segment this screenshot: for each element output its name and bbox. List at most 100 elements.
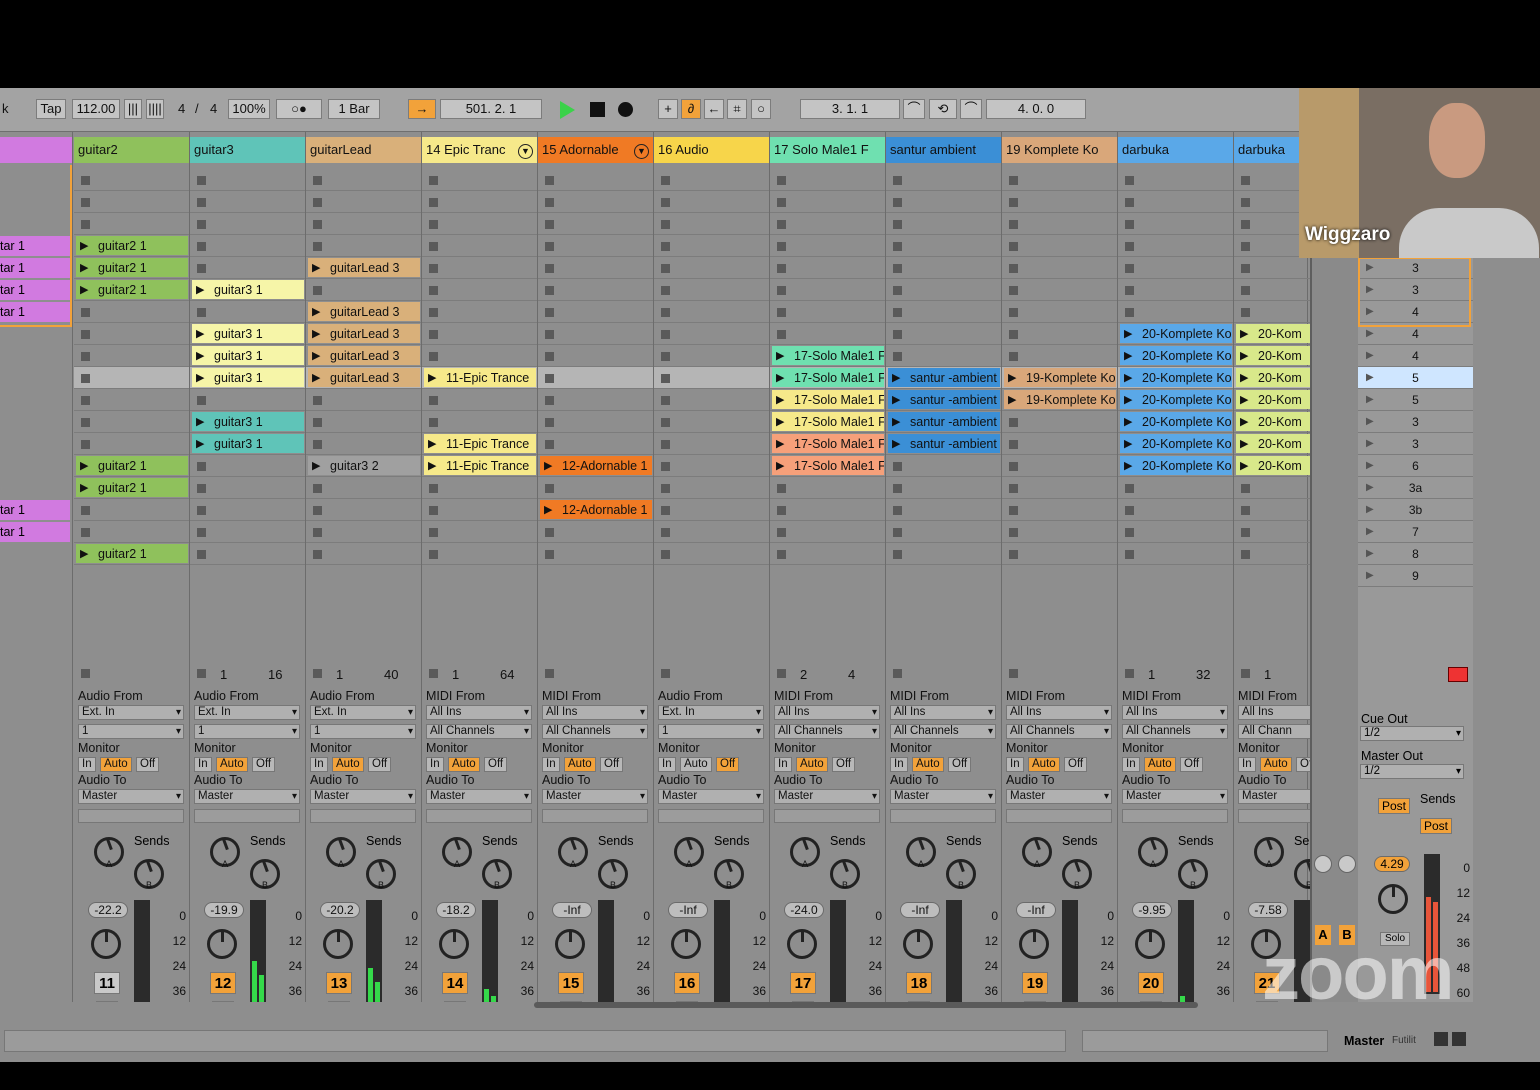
clip-play-icon[interactable]: ▶	[80, 280, 88, 299]
track-activator-button[interactable]: 12	[210, 972, 236, 994]
clip-slot[interactable]	[654, 521, 769, 543]
volume-field[interactable]: -7.58	[1248, 902, 1288, 918]
clip[interactable]: ▶ 17-Solo Male1 F	[772, 412, 884, 431]
clip-slot[interactable]	[1002, 543, 1117, 565]
clip-play-icon[interactable]: ▶	[196, 434, 204, 453]
metronome-button[interactable]: ○●	[276, 99, 322, 119]
clip[interactable]: ▶ santur -ambient	[888, 368, 1000, 387]
clip-slot[interactable]	[538, 301, 653, 323]
clip-slot[interactable]	[306, 213, 421, 235]
monitor-in-button[interactable]: In	[774, 757, 792, 772]
slot-stop-icon[interactable]	[313, 550, 322, 559]
clip-slot[interactable]	[770, 301, 885, 323]
clip-slot[interactable]: ▶ 20-Komplete Ko	[1118, 367, 1233, 389]
monitor-auto-button[interactable]: Auto	[564, 757, 596, 772]
clip-slot[interactable]	[422, 169, 537, 191]
clip[interactable]: ▶ guitar3 1	[192, 434, 304, 453]
output-dropdown[interactable]: Master	[78, 789, 184, 804]
slot-stop-icon[interactable]	[1009, 308, 1018, 317]
clip[interactable]: ▶ guitarLead 3	[308, 368, 420, 387]
slot-stop-icon[interactable]	[1241, 506, 1250, 515]
clip[interactable]: ▶ guitarLead 3	[308, 258, 420, 277]
monitor-auto-button[interactable]: Auto	[680, 757, 712, 772]
clip-slot[interactable]	[538, 477, 653, 499]
clip-slot[interactable]: ▶ santur -ambient	[886, 433, 1001, 455]
clip-play-icon[interactable]: ▶	[312, 346, 320, 365]
monitor-auto-button[interactable]: Auto	[912, 757, 944, 772]
clip-slot[interactable]	[1002, 279, 1117, 301]
input-channel-dropdown[interactable]: All Channels	[426, 724, 532, 739]
slot-stop-icon[interactable]	[429, 308, 438, 317]
slot-stop-icon[interactable]	[661, 352, 670, 361]
volume-field[interactable]: -22.2	[88, 902, 128, 918]
tap-tempo-button[interactable]: Tap	[36, 99, 66, 119]
clip-slot[interactable]: ▶ 12-Adornable 1	[538, 455, 653, 477]
monitor-in-button[interactable]: In	[1238, 757, 1256, 772]
track-header[interactable]: 17 Solo Male1 F	[770, 137, 885, 163]
slot-stop-icon[interactable]	[1241, 176, 1250, 185]
slot-stop-icon[interactable]	[545, 528, 554, 537]
clip-play-icon[interactable]: ▶	[1240, 346, 1248, 365]
partial-clip[interactable]: tar 1	[0, 236, 70, 256]
clip-slot[interactable]	[538, 169, 653, 191]
clip-slot[interactable]	[654, 213, 769, 235]
clip-slot[interactable]	[538, 345, 653, 367]
slot-stop-icon[interactable]	[429, 242, 438, 251]
clip[interactable]: ▶ 17-Solo Male1 F	[772, 346, 884, 365]
slot-stop-icon[interactable]	[777, 550, 786, 559]
clip-play-icon[interactable]: ▶	[892, 434, 900, 453]
scene-row[interactable]: ▶ 3b	[1358, 499, 1473, 521]
clip-play-icon[interactable]: ▶	[1124, 456, 1132, 475]
clip[interactable]: ▶ guitar3 2	[308, 456, 420, 475]
slot-stop-icon[interactable]	[1125, 264, 1134, 273]
track-delay-field[interactable]	[1122, 809, 1228, 823]
slot-stop-icon[interactable]	[313, 506, 322, 515]
slot-stop-icon[interactable]	[197, 198, 206, 207]
clip-slot[interactable]	[422, 323, 537, 345]
track-delay-field[interactable]	[194, 809, 300, 823]
clip-slot[interactable]	[654, 543, 769, 565]
slot-stop-icon[interactable]	[661, 484, 670, 493]
slot-stop-icon[interactable]	[1241, 242, 1250, 251]
slot-stop-icon[interactable]	[893, 462, 902, 471]
slot-stop-icon[interactable]	[313, 176, 322, 185]
slot-stop-icon[interactable]	[1241, 484, 1250, 493]
monitor-in-button[interactable]: In	[78, 757, 96, 772]
return-a-knob[interactable]	[1314, 855, 1332, 873]
slot-stop-icon[interactable]	[197, 528, 206, 537]
input-source-dropdown[interactable]: All Ins	[1006, 705, 1112, 720]
clip[interactable]: ▶ 12-Adornable 1	[540, 500, 652, 519]
track-stop-icon[interactable]	[429, 669, 438, 678]
slot-stop-icon[interactable]	[197, 242, 206, 251]
clip-slot[interactable]: ▶ guitarLead 3	[306, 367, 421, 389]
monitor-off-button[interactable]: Off	[1064, 757, 1088, 772]
clip-play-icon[interactable]: ▶	[80, 456, 88, 475]
clip-play-icon[interactable]: ▶	[80, 258, 88, 277]
tempo-field[interactable]: 112.00	[72, 99, 120, 119]
input-source-dropdown[interactable]: All Ins	[426, 705, 532, 720]
clip-slot[interactable]: ▶ 20-Komplete Ko	[1118, 433, 1233, 455]
loop-length-field[interactable]: 4. 0. 0	[986, 99, 1086, 119]
monitor-auto-button[interactable]: Auto	[100, 757, 132, 772]
clip-slot[interactable]	[306, 169, 421, 191]
slot-stop-icon[interactable]	[81, 506, 90, 515]
clip-slot[interactable]	[770, 477, 885, 499]
slot-stop-icon[interactable]	[1125, 198, 1134, 207]
track-stop-icon[interactable]	[1241, 669, 1250, 678]
clip-slot[interactable]	[422, 477, 537, 499]
clip-slot[interactable]: ▶ guitarLead 3	[306, 323, 421, 345]
slot-stop-icon[interactable]	[197, 264, 206, 273]
input-source-dropdown[interactable]: Ext. In	[78, 705, 184, 720]
track-header[interactable]: 14 Epic Tranc ▼	[422, 137, 537, 163]
clip-slot[interactable]	[538, 213, 653, 235]
monitor-off-button[interactable]: Off	[832, 757, 856, 772]
slot-stop-icon[interactable]	[429, 550, 438, 559]
track-stop-icon[interactable]	[777, 669, 786, 678]
clip-slot[interactable]	[654, 191, 769, 213]
clip-slot[interactable]: ▶ guitar2 1	[74, 477, 189, 499]
clip-play-icon[interactable]: ▶	[544, 456, 552, 475]
slot-stop-icon[interactable]	[777, 506, 786, 515]
monitor-off-button[interactable]: Off	[948, 757, 972, 772]
clip-slot[interactable]: ▶ 17-Solo Male1 F	[770, 433, 885, 455]
track-stop-icon[interactable]	[661, 669, 670, 678]
